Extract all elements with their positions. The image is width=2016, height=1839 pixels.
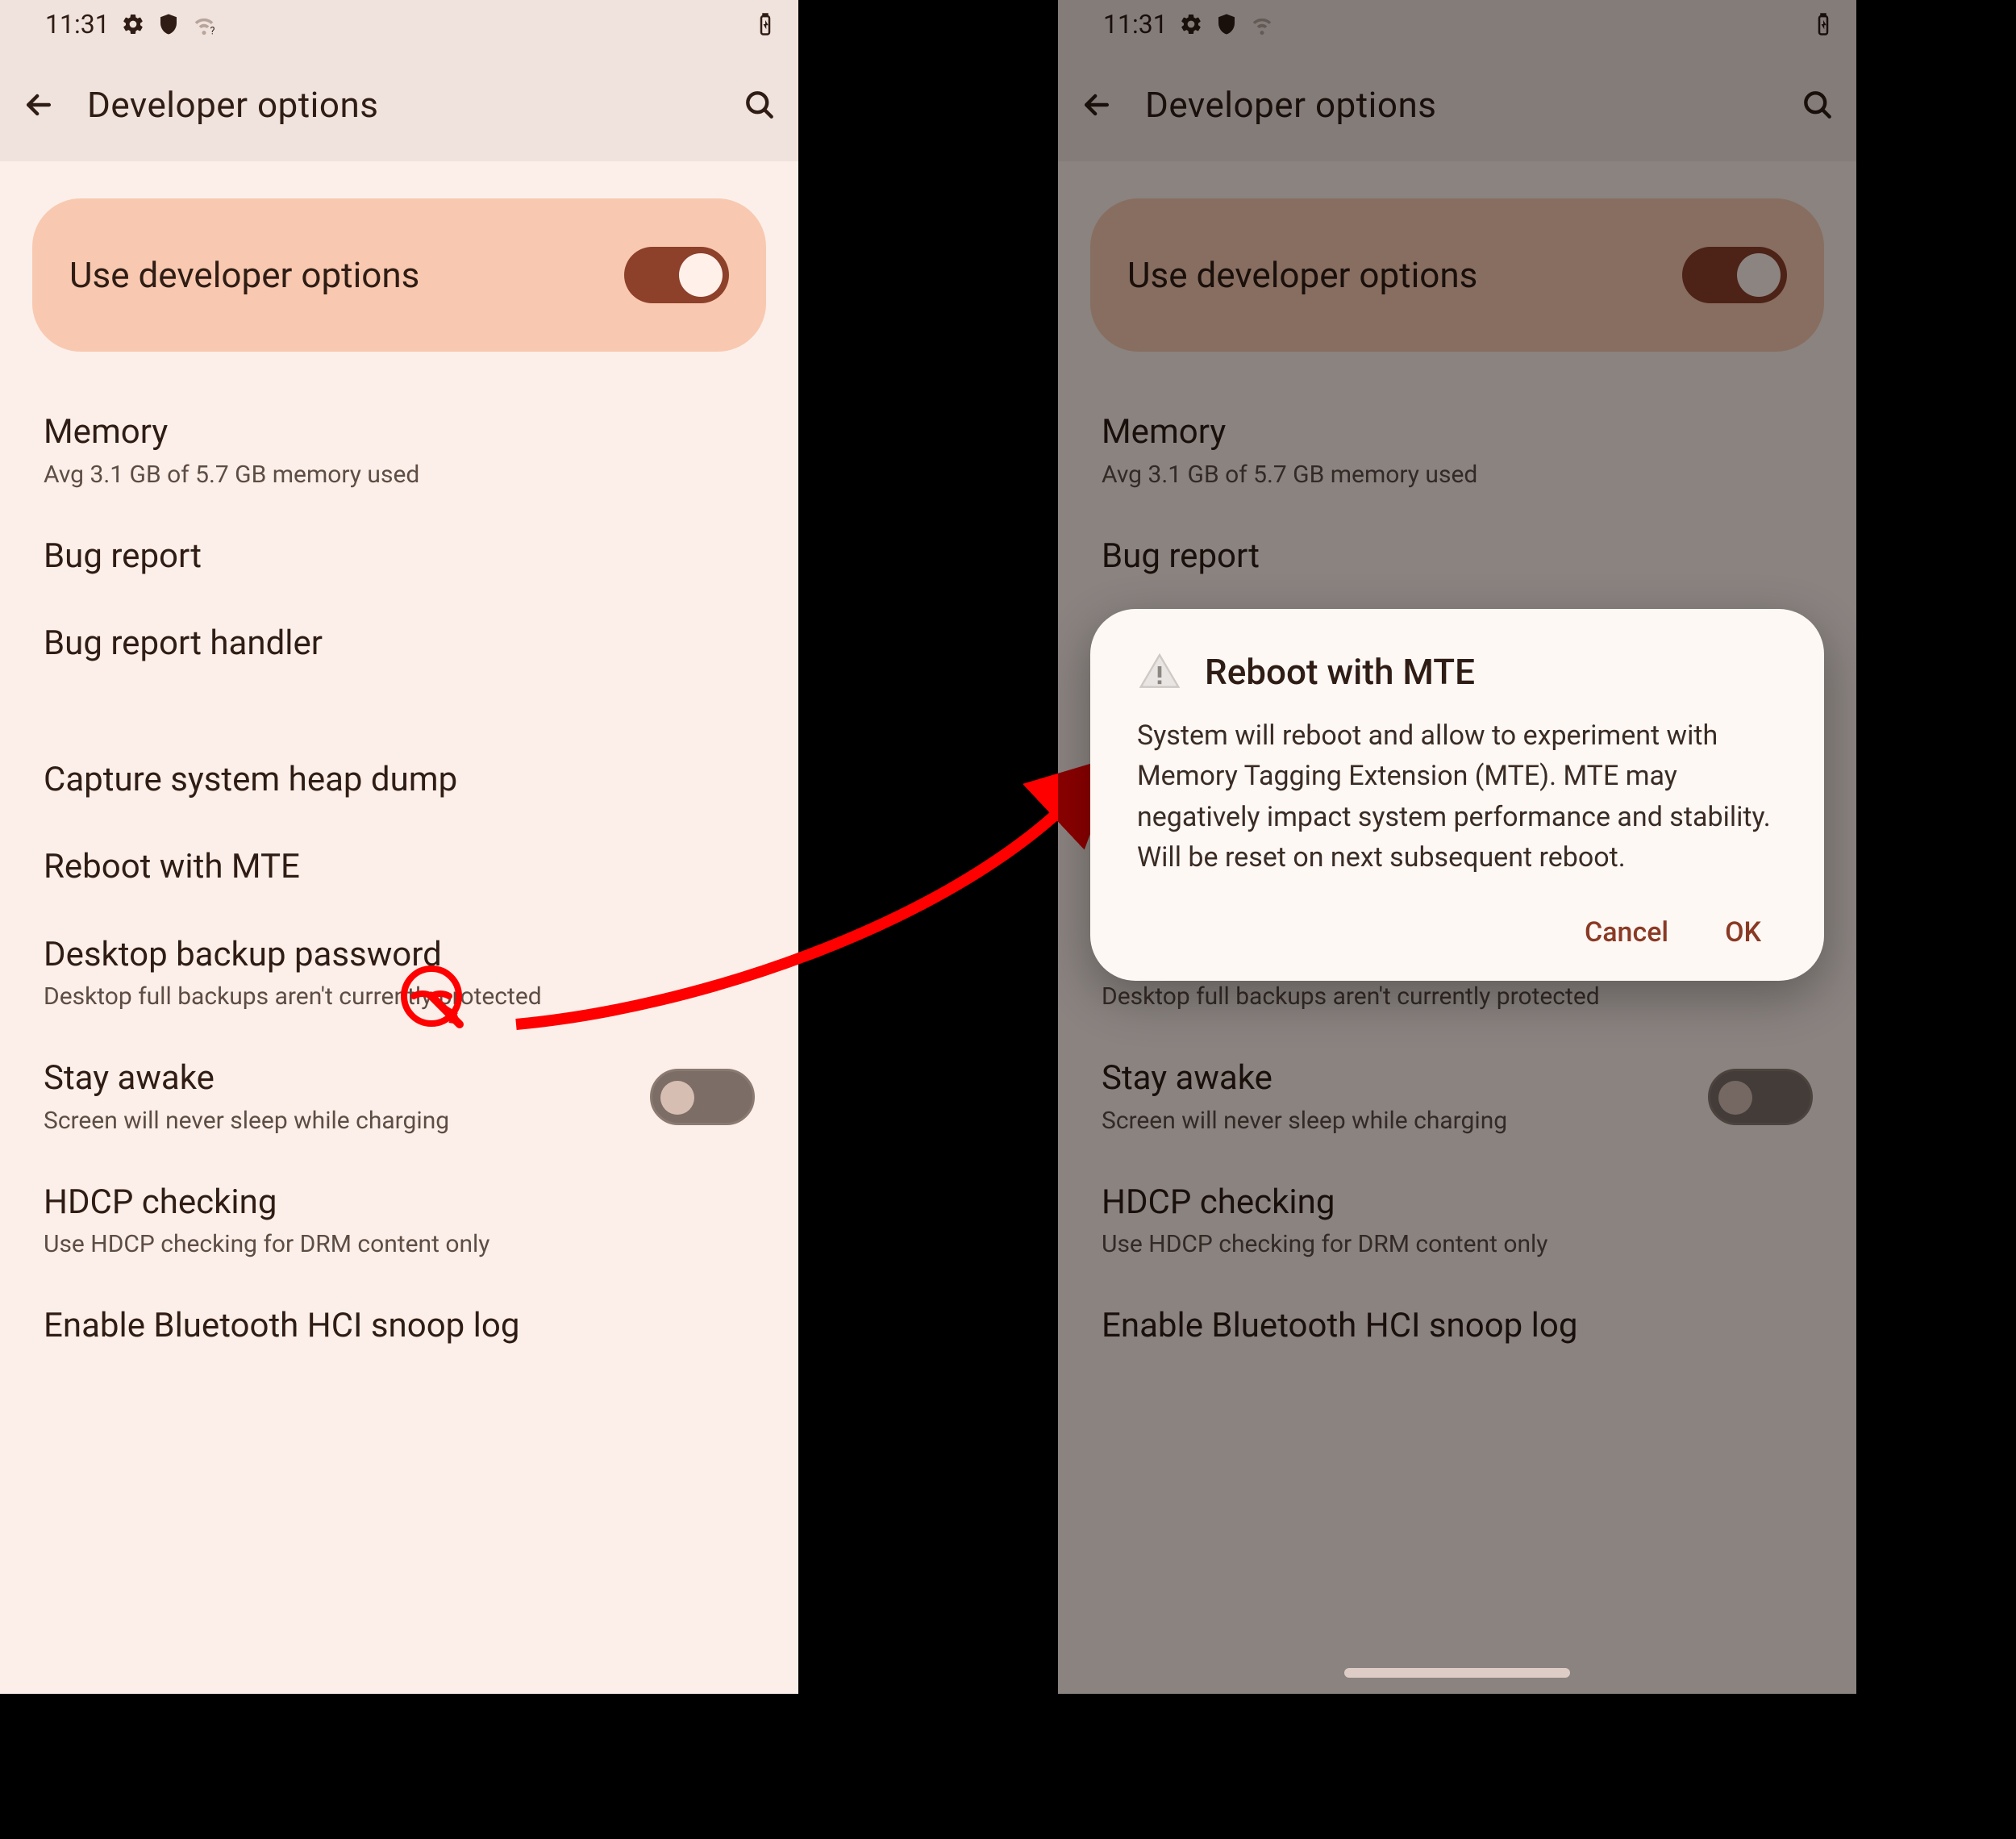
dialog-body: System will reboot and allow to experime… [1137, 715, 1777, 878]
status-bar: 11:31 ? [0, 0, 798, 48]
battery-icon [753, 12, 777, 36]
item-reboot-mte[interactable]: Reboot with MTE [0, 824, 798, 911]
warning-icon [1137, 649, 1182, 694]
stay-awake-toggle[interactable] [650, 1069, 755, 1125]
dialog-reboot-mte: Reboot with MTE System will reboot and a… [1090, 609, 1824, 981]
use-dev-label: Use developer options [69, 254, 419, 296]
item-bt-snoop[interactable]: Enable Bluetooth HCI snoop log [0, 1282, 798, 1370]
item-bug-report-handler[interactable]: Bug report handler [0, 600, 798, 688]
page-title: Developer options [87, 84, 711, 126]
dialog-title: Reboot with MTE [1205, 651, 1475, 693]
search-button[interactable] [740, 85, 779, 124]
svg-text:?: ? [210, 26, 215, 37]
use-developer-options-card[interactable]: Use developer options [32, 198, 766, 352]
annotation-tap-cursor-icon [395, 960, 476, 1040]
item-stay-awake[interactable]: Stay awake Screen will never sleep while… [0, 1035, 798, 1159]
wifi-icon: ? [192, 12, 216, 36]
status-time: 11:31 [45, 9, 110, 40]
phone-screen-left: 11:31 ? Developer options [0, 0, 798, 1694]
settings-gear-icon [121, 12, 145, 36]
gesture-bar[interactable] [1344, 1668, 1570, 1678]
item-hdcp[interactable]: HDCP checking Use HDCP checking for DRM … [0, 1159, 798, 1283]
dialog-ok-button[interactable]: OK [1725, 916, 1761, 949]
page-header: Developer options [0, 48, 798, 161]
dialog-cancel-button[interactable]: Cancel [1585, 916, 1668, 949]
use-dev-toggle[interactable] [624, 247, 729, 303]
item-heap-dump[interactable]: Capture system heap dump [0, 736, 798, 824]
item-bug-report[interactable]: Bug report [0, 513, 798, 601]
shield-icon [156, 12, 181, 36]
item-memory[interactable]: Memory Avg 3.1 GB of 5.7 GB memory used [0, 389, 798, 513]
phone-screen-right: 11:31 Developer options [1058, 0, 1856, 1694]
back-button[interactable] [19, 85, 58, 124]
